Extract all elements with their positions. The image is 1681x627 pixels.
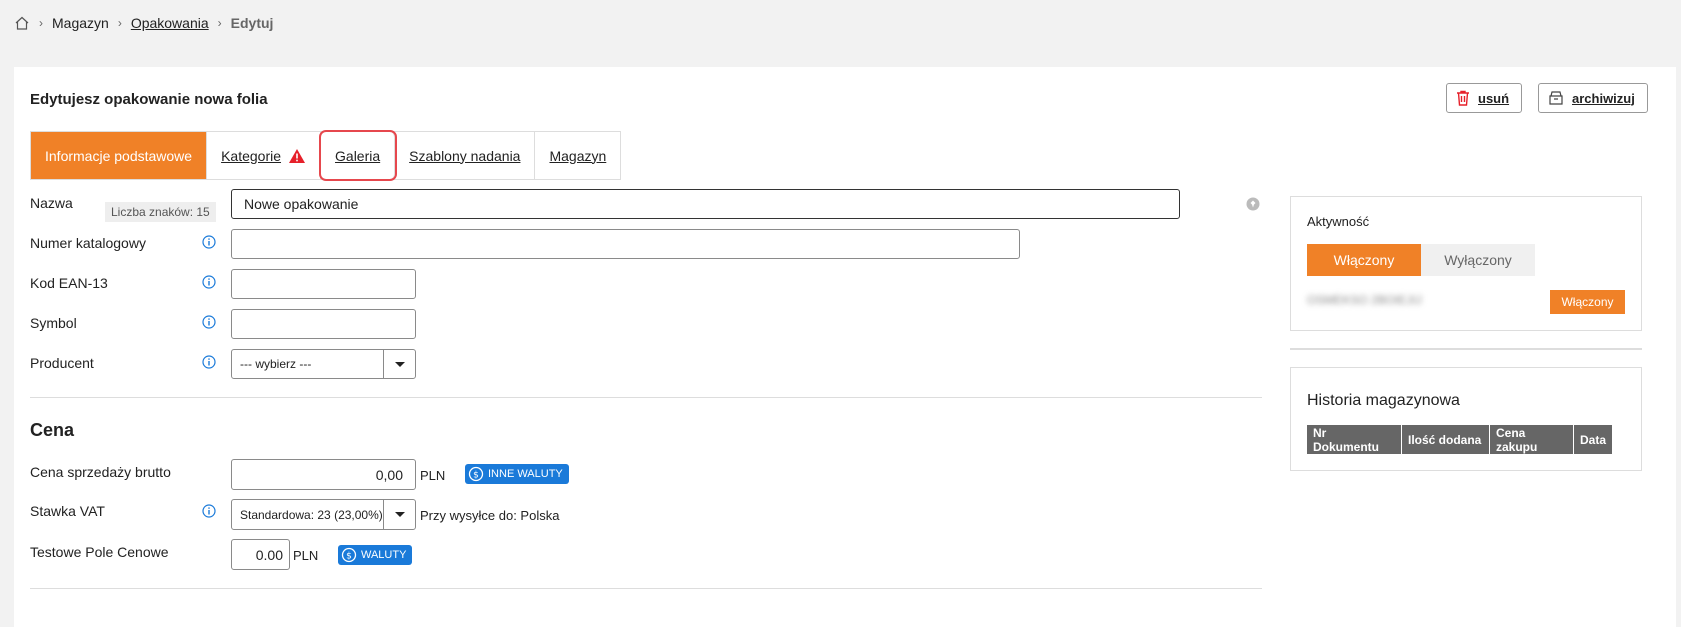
info-icon[interactable] <box>202 315 216 329</box>
name-input[interactable]: Nowe opakowanie <box>231 189 1180 219</box>
column-header[interactable]: Data <box>1574 425 1612 454</box>
breadcrumb-magazyn[interactable]: Magazyn <box>52 15 109 31</box>
svg-text:$: $ <box>346 552 352 562</box>
tab-magazyn[interactable]: Magazyn <box>535 132 620 179</box>
info-icon[interactable] <box>202 504 216 518</box>
tab-kategorie[interactable]: Kategorie <box>207 132 322 179</box>
symbol-label: Symbol <box>30 315 77 331</box>
activity-title: Aktywność <box>1307 214 1370 229</box>
chevron-down-icon <box>383 500 415 529</box>
breadcrumb: › Magazyn › Opakowania › Edytuj <box>14 15 273 31</box>
delete-label: usuń <box>1478 90 1510 106</box>
catalog-number-input[interactable] <box>231 229 1020 259</box>
currency-icon: $ <box>468 466 484 482</box>
activity-toggle: Włączony Wyłączony <box>1307 244 1535 276</box>
vat-select[interactable]: Standardowa: 23 (23,00%) <box>231 499 416 530</box>
gross-price-label: Cena sprzedaży brutto <box>30 464 171 480</box>
producer-select[interactable]: --- wybierz --- <box>231 349 416 379</box>
page-title: Edytujesz opakowanie nowa folia <box>30 91 268 108</box>
other-currencies-button[interactable]: $ INNE WALUTY <box>465 464 569 484</box>
chevron-right-icon: › <box>217 16 222 30</box>
activity-off-option[interactable]: Wyłączony <box>1421 244 1535 276</box>
gross-price-currency: PLN <box>420 468 446 483</box>
producer-label: Producent <box>30 355 94 371</box>
archive-label: archiwizuj <box>1572 90 1635 106</box>
other-currencies-label: INNE WALUTY <box>488 468 563 480</box>
blurred-text: OSMEKSO 2BOIEJIJ <box>1307 293 1422 307</box>
activity-on-option[interactable]: Włączony <box>1307 244 1421 276</box>
archive-icon <box>1549 91 1563 105</box>
warehouse-history-panel: Historia magazynowa Nr Dokumentu Ilość d… <box>1290 367 1642 471</box>
chevron-down-icon <box>383 350 415 378</box>
archive-button[interactable]: archiwizuj <box>1538 83 1648 113</box>
name-label: Nazwa <box>30 195 73 211</box>
tab-label: Szablony nadania <box>409 147 521 164</box>
catalog-label: Numer katalogowy <box>30 235 146 251</box>
char-count-badge: Liczba znaków: 15 <box>105 202 216 222</box>
test-price-label: Testowe Pole Cenowe <box>30 544 169 560</box>
tab-label: Kategorie <box>221 147 282 164</box>
warning-icon <box>289 148 306 163</box>
column-header[interactable]: Cena zakupu <box>1490 425 1574 454</box>
status-badge[interactable]: Włączony <box>1550 290 1625 314</box>
breadcrumb-current: Edytuj <box>230 15 274 31</box>
vat-shipping-note: Przy wysyłce do: Polska <box>420 508 560 523</box>
gross-price-input[interactable]: 0,00 <box>231 459 416 490</box>
symbol-input[interactable] <box>231 309 416 339</box>
pin-icon[interactable] <box>1246 197 1260 211</box>
chevron-right-icon: › <box>117 16 122 30</box>
currencies-button[interactable]: $ WALUTY <box>338 545 413 565</box>
breadcrumb-opakowania[interactable]: Opakowania <box>131 15 209 31</box>
info-icon[interactable] <box>202 355 216 369</box>
chevron-right-icon: › <box>39 16 43 30</box>
tab-informacje-podstawowe[interactable]: Informacje podstawowe <box>31 132 208 179</box>
trash-icon <box>1457 90 1469 106</box>
divider <box>1290 348 1642 350</box>
info-icon[interactable] <box>202 275 216 289</box>
test-price-currency: PLN <box>293 548 319 563</box>
info-icon[interactable] <box>202 235 216 249</box>
home-icon[interactable] <box>14 15 30 31</box>
test-price-input[interactable]: 0.00 <box>231 539 290 570</box>
divider <box>30 397 1262 398</box>
history-table-header: Nr Dokumentu Ilość dodana Cena zakupu Da… <box>1307 425 1612 454</box>
ean-label: Kod EAN-13 <box>30 275 108 291</box>
tab-label: Informacje podstawowe <box>45 147 193 164</box>
price-section-title: Cena <box>30 420 75 440</box>
svg-text:$: $ <box>473 471 479 481</box>
activity-panel: Aktywność Włączony Wyłączony OSMEKSO 2BO… <box>1290 196 1642 331</box>
ean-input[interactable] <box>231 269 416 299</box>
divider <box>30 588 1262 589</box>
history-title: Historia magazynowa <box>1307 392 1460 409</box>
currency-icon: $ <box>341 547 357 563</box>
vat-select-value: Standardowa: 23 (23,00%) <box>240 507 383 522</box>
column-header[interactable]: Nr Dokumentu <box>1307 425 1402 454</box>
tab-galeria[interactable]: Galeria <box>319 130 398 181</box>
tab-label: Magazyn <box>549 147 607 164</box>
vat-label: Stawka VAT <box>30 503 105 519</box>
tab-bar: Informacje podstawowe Kategorie Galeria … <box>30 130 622 181</box>
delete-button[interactable]: usuń <box>1446 83 1522 113</box>
tab-szablony-nadania[interactable]: Szablony nadania <box>395 132 536 179</box>
column-header[interactable]: Ilość dodana <box>1402 425 1490 454</box>
producer-select-value: --- wybierz --- <box>240 357 312 371</box>
tab-label: Galeria <box>335 147 381 164</box>
currencies-label: WALUTY <box>361 549 407 561</box>
